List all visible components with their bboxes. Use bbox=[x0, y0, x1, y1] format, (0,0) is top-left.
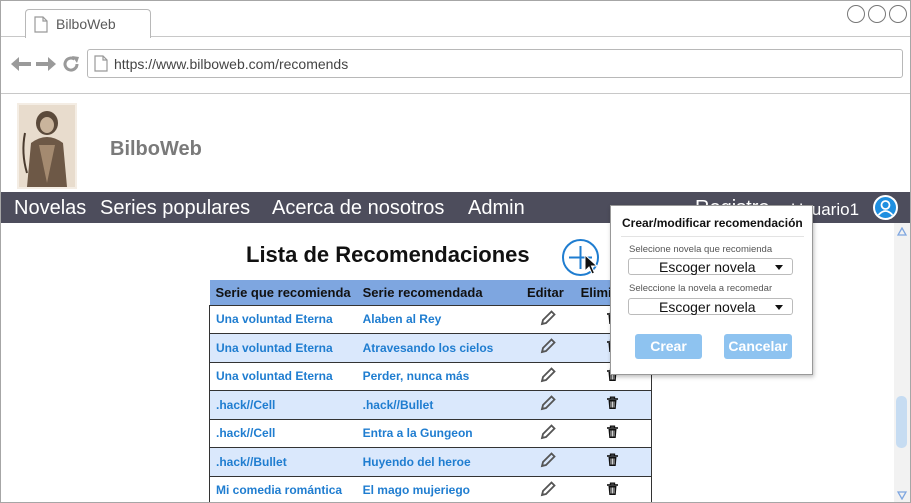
trash-icon bbox=[606, 425, 619, 442]
pencil-icon bbox=[539, 452, 557, 472]
user-icon bbox=[877, 200, 894, 216]
mouse-cursor-icon bbox=[584, 254, 598, 275]
site-name: BilboWeb bbox=[110, 138, 202, 160]
page-title: Lista de Recomendaciones bbox=[246, 242, 530, 267]
target-novel-select[interactable]: Escoger novela bbox=[628, 298, 793, 315]
edit-button[interactable] bbox=[520, 447, 575, 477]
select-value: Escoger novela bbox=[659, 299, 756, 315]
pencil-icon bbox=[539, 366, 557, 387]
column-header[interactable]: Serie recomendada bbox=[356, 280, 521, 305]
recommended-series-link[interactable]: Huyendo del heroe bbox=[356, 447, 521, 477]
reload-icon[interactable] bbox=[62, 55, 80, 73]
recommending-series-link[interactable]: Mi comedia romántica bbox=[208, 475, 357, 502]
table-row: Una voluntad Eterna Alaben al Rey bbox=[208, 304, 652, 334]
recommended-series-link[interactable]: El mago mujeriego bbox=[356, 475, 521, 502]
table-row: .hack//Bullet Huyendo del heroe bbox=[208, 447, 652, 477]
nav-novelas[interactable]: Novelas bbox=[14, 197, 86, 220]
url-text: https://www.bilboweb.com/recomends bbox=[114, 56, 349, 72]
recommending-series-link[interactable]: Una voluntad Eterna bbox=[208, 361, 357, 391]
field-label: Selecione novela que recomienda bbox=[629, 244, 773, 255]
pencil-icon bbox=[539, 338, 557, 358]
table-row: Una voluntad Eterna Atravesando los cielo… bbox=[208, 333, 652, 363]
edit-button[interactable] bbox=[520, 475, 575, 502]
cancel-button[interactable]: Cancelar bbox=[724, 334, 792, 359]
edit-button[interactable] bbox=[520, 304, 575, 334]
page-icon bbox=[34, 16, 48, 33]
pencil-icon bbox=[539, 423, 557, 444]
pencil-icon bbox=[539, 480, 557, 501]
tab-title: BilboWeb bbox=[56, 16, 116, 32]
divider bbox=[621, 236, 804, 237]
recommended-series-link[interactable]: .hack//Bullet bbox=[356, 390, 521, 420]
address-bar[interactable]: https://www.bilboweb.com/recomends bbox=[87, 49, 903, 78]
scroll-up-icon[interactable] bbox=[897, 227, 907, 236]
scrollbar-thumb[interactable] bbox=[896, 396, 907, 448]
field-label: Seleccione la novela a recomedar bbox=[629, 283, 773, 294]
delete-button[interactable] bbox=[574, 418, 652, 448]
forward-icon[interactable] bbox=[35, 56, 57, 72]
table-header-row: Serie que recomienda Serie recomendada E… bbox=[209, 280, 652, 305]
recommending-series-link[interactable]: .hack//Bullet bbox=[208, 447, 357, 477]
tab-strip: BilboWeb bbox=[1, 1, 910, 38]
column-header[interactable]: Serie que recomienda bbox=[209, 280, 357, 305]
edit-button[interactable] bbox=[520, 361, 575, 391]
delete-button[interactable] bbox=[574, 447, 652, 477]
browser-tab[interactable]: BilboWeb bbox=[25, 9, 151, 38]
pencil-icon bbox=[539, 309, 557, 330]
delete-button[interactable] bbox=[574, 475, 652, 502]
nav-admin[interactable]: Admin bbox=[468, 197, 525, 220]
pencil-icon bbox=[539, 395, 557, 415]
recommendation-dialog: Crear/modificar recomendación Selecione … bbox=[610, 205, 813, 375]
scroll-down-icon[interactable] bbox=[897, 491, 907, 500]
select-value: Escoger novela bbox=[659, 259, 756, 275]
recommended-series-link[interactable]: Atravesando los cielos bbox=[356, 333, 521, 363]
window-controls bbox=[847, 5, 907, 23]
delete-button[interactable] bbox=[574, 390, 652, 420]
browser-window: BilboWeb https://www.bilboweb.com/recome… bbox=[0, 0, 911, 503]
edit-button[interactable] bbox=[520, 390, 575, 420]
column-header: Editar bbox=[520, 280, 575, 305]
trash-icon bbox=[606, 453, 619, 470]
create-button[interactable]: Crear bbox=[635, 334, 702, 359]
recommended-series-link[interactable]: Perder, nunca más bbox=[356, 361, 521, 391]
user-avatar-icon[interactable] bbox=[873, 195, 898, 220]
recommending-series-link[interactable]: Una voluntad Eterna bbox=[208, 333, 357, 363]
recommending-series-link[interactable]: .hack//Cell bbox=[208, 390, 357, 420]
table-row: Mi comedia romántica El mago mujeriego bbox=[208, 475, 652, 502]
trash-icon bbox=[606, 482, 619, 499]
vertical-scrollbar[interactable] bbox=[894, 223, 910, 502]
browser-toolbar: https://www.bilboweb.com/recomends bbox=[1, 38, 910, 94]
trash-icon bbox=[606, 396, 619, 413]
close-button[interactable] bbox=[889, 5, 907, 23]
table-row: Una voluntad Eterna Perder, nunca más bbox=[208, 361, 652, 391]
chevron-down-icon bbox=[775, 305, 783, 310]
recommending-series-link[interactable]: .hack//Cell bbox=[208, 418, 357, 448]
nav-series-populares[interactable]: Series populares bbox=[100, 197, 250, 220]
recommended-series-link[interactable]: Alaben al Rey bbox=[356, 304, 521, 334]
nav-acerca[interactable]: Acerca de nosotros bbox=[272, 197, 444, 220]
edit-button[interactable] bbox=[520, 418, 575, 448]
page-icon bbox=[94, 55, 108, 72]
table-row: .hack//Cell .hack//Bullet bbox=[208, 390, 652, 420]
site-header: BilboWeb bbox=[1, 95, 910, 192]
minimize-button[interactable] bbox=[847, 5, 865, 23]
maximize-button[interactable] bbox=[868, 5, 886, 23]
dialog-title: Crear/modificar recomendación bbox=[622, 216, 803, 230]
table-row: .hack//Cell Entra a la Gungeon bbox=[208, 418, 652, 448]
recommended-series-link[interactable]: Entra a la Gungeon bbox=[356, 418, 521, 448]
source-novel-select[interactable]: Escoger novela bbox=[628, 258, 793, 275]
recommending-series-link[interactable]: Una voluntad Eterna bbox=[208, 304, 357, 334]
recommendations-table: Serie que recomienda Serie recomendada E… bbox=[208, 280, 652, 502]
edit-button[interactable] bbox=[520, 333, 575, 363]
logo-image[interactable] bbox=[17, 103, 77, 189]
chevron-down-icon bbox=[775, 265, 783, 270]
back-icon[interactable] bbox=[10, 56, 32, 72]
